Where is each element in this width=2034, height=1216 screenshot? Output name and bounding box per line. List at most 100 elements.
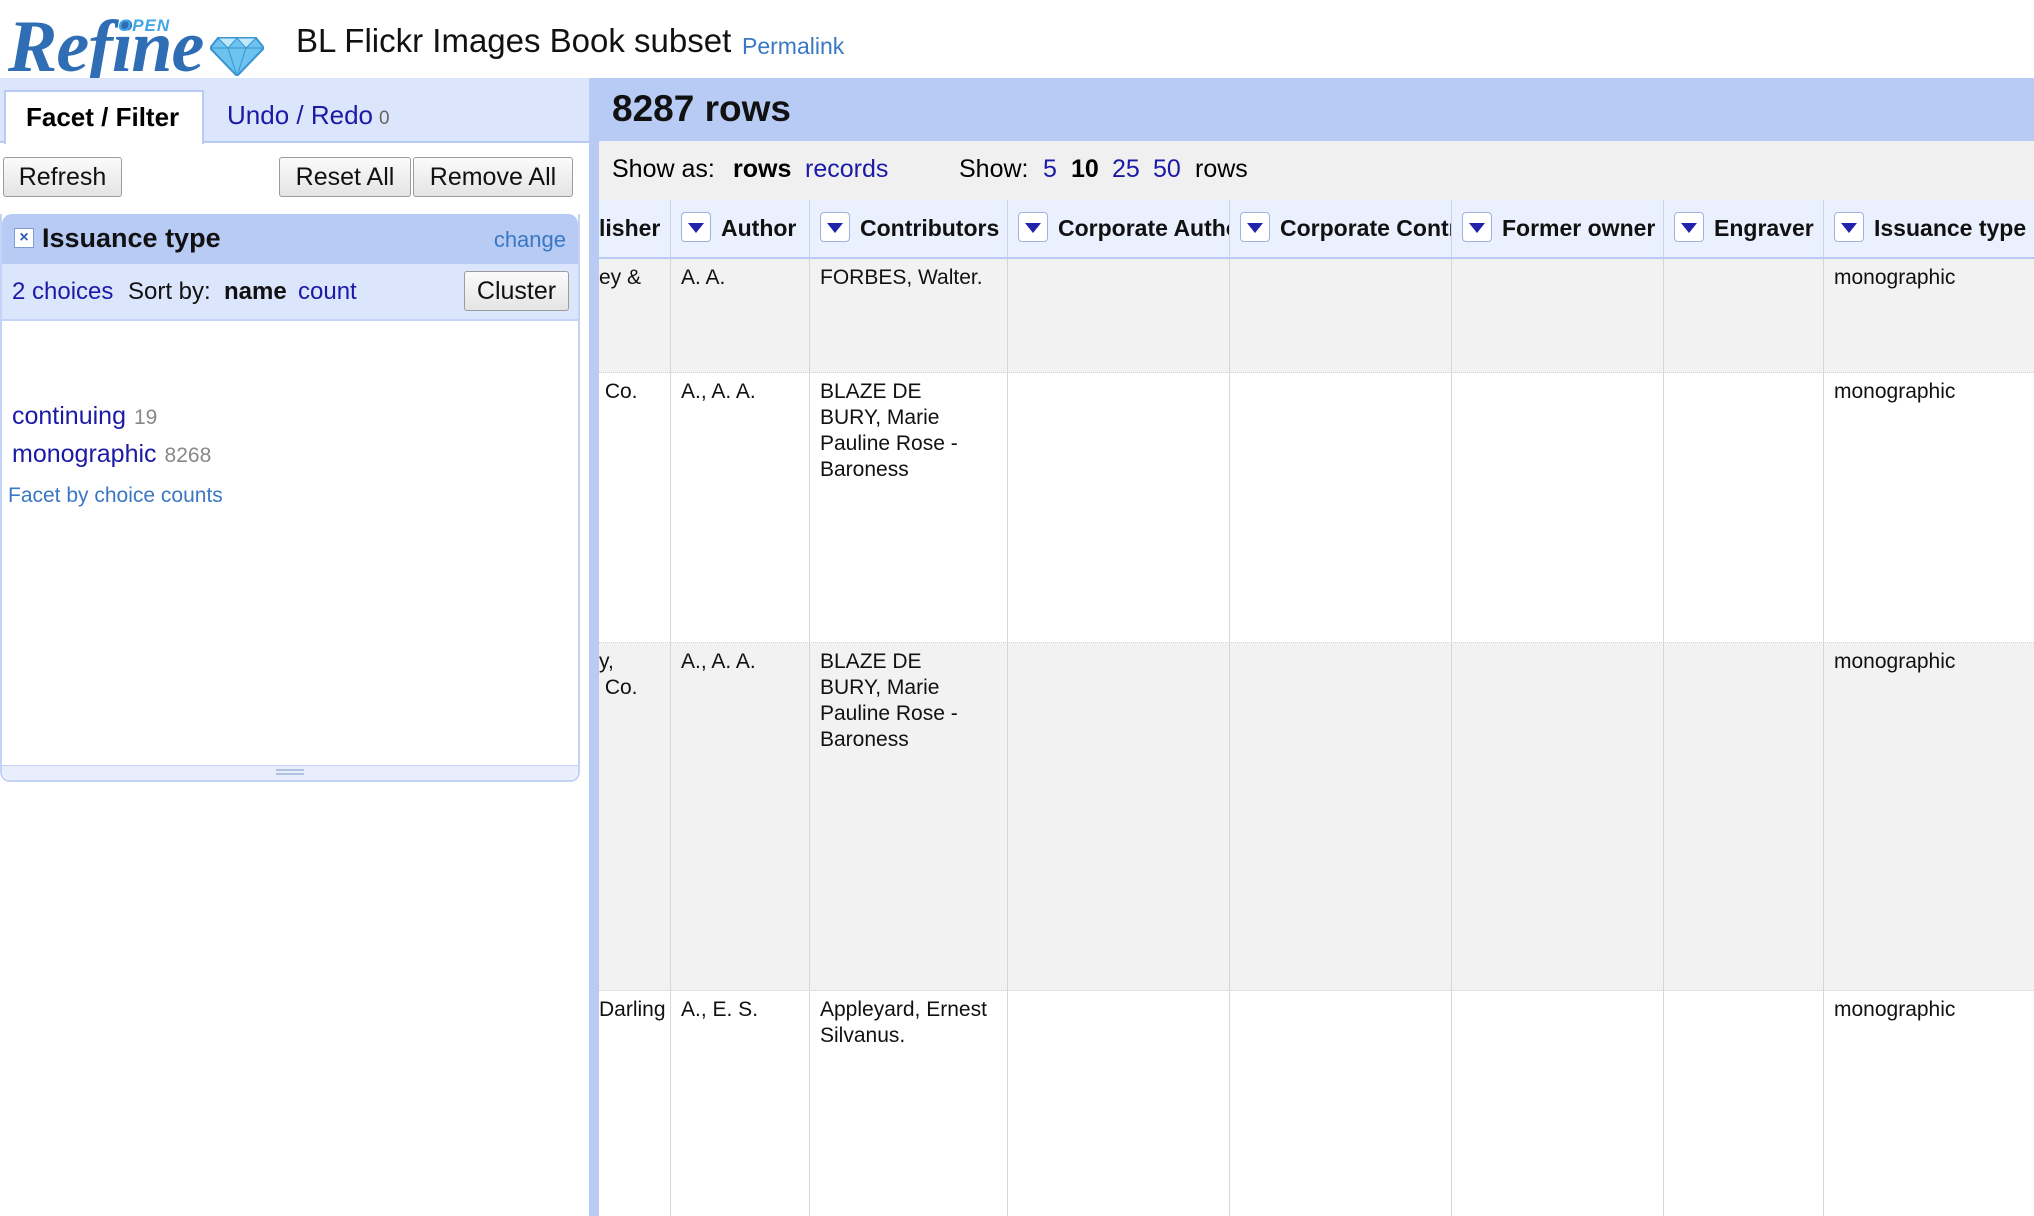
facet-choice-name[interactable]: monographic: [12, 440, 157, 468]
cell-issuance-type[interactable]: monographic: [1824, 643, 2034, 990]
show-as-records-link[interactable]: records: [805, 155, 888, 184]
column-menu-dropdown-icon[interactable]: [1834, 212, 1864, 242]
cell-author[interactable]: A., A. A.: [671, 643, 810, 990]
facet-change-link[interactable]: change: [494, 227, 566, 253]
cell-publisher[interactable]: Darling: [599, 991, 671, 1216]
table-row: Co. A., A. A. BLAZE DE BURY, Marie Pauli…: [599, 373, 2034, 643]
facet-issuance-type: × Issuance type change 2 choices Sort by…: [0, 214, 580, 782]
close-icon[interactable]: ×: [14, 228, 34, 248]
table-header: lisher Author Contributors Corporate Aut…: [599, 200, 2034, 259]
column-menu-dropdown-icon[interactable]: [1462, 212, 1492, 242]
column-menu-dropdown-icon[interactable]: [681, 212, 711, 242]
facet-choice-count: 19: [133, 406, 158, 429]
cell-engraver[interactable]: [1664, 259, 1824, 372]
left-panel-tabs: Facet / Filter Undo / Redo 0: [0, 78, 590, 144]
cell-engraver[interactable]: [1664, 643, 1824, 990]
project-title: BL Flickr Images Book subset: [296, 22, 732, 59]
column-menu-dropdown-icon[interactable]: [1018, 212, 1048, 242]
cell-former-owner[interactable]: [1452, 259, 1664, 372]
cell-former-owner[interactable]: [1452, 373, 1664, 642]
column-label: Contributors: [860, 215, 1000, 241]
cell-corporate-author[interactable]: [1008, 259, 1230, 372]
facet-choice-continuing[interactable]: continuing 19: [12, 402, 157, 431]
permalink-link[interactable]: Permalink: [742, 33, 844, 60]
cell-corporate-contributors[interactable]: [1230, 643, 1452, 990]
reset-all-button[interactable]: Reset All: [279, 157, 411, 197]
cell-corporate-author[interactable]: [1008, 373, 1230, 642]
cell-corporate-contributors[interactable]: [1230, 259, 1452, 372]
column-menu-dropdown-icon[interactable]: [1240, 212, 1270, 242]
cell-contributors[interactable]: Appleyard, Ernest Silvanus.: [810, 991, 1008, 1216]
cell-former-owner[interactable]: [1452, 643, 1664, 990]
facet-resize-handle[interactable]: [2, 765, 578, 780]
column-label: Engraver: [1714, 215, 1814, 241]
cell-corporate-author[interactable]: [1008, 643, 1230, 990]
column-menu-dropdown-icon[interactable]: [1674, 212, 1704, 242]
column-header-author[interactable]: Author: [671, 200, 810, 257]
cell-publisher[interactable]: y, Co.: [599, 643, 671, 990]
diamond-icon: [210, 37, 264, 76]
cell-publisher[interactable]: Co.: [599, 373, 671, 642]
facet-choice-monographic[interactable]: monographic 8268: [12, 440, 211, 469]
openrefine-logo[interactable]: Refine OPEN: [8, 6, 270, 84]
facet-by-choice-counts-link[interactable]: Facet by choice counts: [8, 484, 223, 508]
cell-issuance-type[interactable]: monographic: [1824, 991, 2034, 1216]
sort-by-name[interactable]: name: [224, 278, 287, 306]
column-label: Issuance type: [1874, 215, 2027, 241]
cell-author[interactable]: A., E. S.: [671, 991, 810, 1216]
tab-undo-redo-label: Undo / Redo: [227, 100, 373, 130]
remove-all-button[interactable]: Remove All: [413, 157, 573, 197]
cell-corporate-author[interactable]: [1008, 991, 1230, 1216]
column-header-corporate-contributors[interactable]: Corporate Contr: [1230, 200, 1452, 257]
facet-title: Issuance type: [42, 223, 221, 253]
column-label: Former owner: [1502, 215, 1656, 241]
cell-engraver[interactable]: [1664, 991, 1824, 1216]
facet-choice-name[interactable]: continuing: [12, 402, 126, 430]
cell-corporate-contributors[interactable]: [1230, 373, 1452, 642]
logo-wordmark: Refine: [8, 6, 204, 88]
cell-contributors[interactable]: BLAZE DE BURY, Marie Pauline Rose - Baro…: [810, 643, 1008, 990]
row-count: 8287 rows: [612, 88, 791, 129]
column-header-former-owner[interactable]: Former owner: [1452, 200, 1664, 257]
cell-issuance-type[interactable]: monographic: [1824, 373, 2034, 642]
logo-badge: OPEN: [118, 16, 171, 35]
table-row: Darling A., E. S. Appleyard, Ernest Silv…: [599, 991, 2034, 1216]
cell-publisher[interactable]: ey &: [599, 259, 671, 372]
cluster-button[interactable]: Cluster: [464, 271, 569, 311]
cell-issuance-type[interactable]: monographic: [1824, 259, 2034, 372]
page-size-25[interactable]: 25: [1112, 155, 1140, 184]
rows-suffix: rows: [1195, 155, 1248, 183]
data-table: lisher Author Contributors Corporate Aut…: [599, 200, 2034, 1216]
cell-author[interactable]: A., A. A.: [671, 373, 810, 642]
tab-facet-filter[interactable]: Facet / Filter: [4, 90, 204, 144]
page-size-5[interactable]: 5: [1043, 155, 1057, 184]
tab-undo-redo[interactable]: Undo / Redo 0: [207, 90, 410, 142]
page-size-10[interactable]: 10: [1071, 155, 1099, 184]
left-panel: Facet / Filter Undo / Redo 0 Refresh Rese…: [0, 78, 590, 1216]
column-header-publisher[interactable]: lisher: [599, 200, 671, 257]
summary-bar: 8287 rows: [599, 78, 2034, 141]
show-as-rows[interactable]: rows: [733, 155, 791, 184]
column-header-corporate-author[interactable]: Corporate Autho: [1008, 200, 1230, 257]
cell-contributors[interactable]: FORBES, Walter.: [810, 259, 1008, 372]
facet-controls: 2 choices Sort by: name count Cluster: [2, 264, 578, 321]
facet-title-bar: × Issuance type change: [2, 214, 578, 264]
choices-summary-link[interactable]: 2 choices: [12, 278, 113, 306]
refresh-button[interactable]: Refresh: [3, 157, 122, 197]
column-header-contributors[interactable]: Contributors: [810, 200, 1008, 257]
panel-divider[interactable]: [589, 78, 599, 1216]
page-size-50[interactable]: 50: [1153, 155, 1181, 184]
cell-author[interactable]: A. A.: [671, 259, 810, 372]
column-menu-dropdown-icon[interactable]: [820, 212, 850, 242]
facet-choice-count: 8268: [164, 444, 212, 467]
sort-by-count-link[interactable]: count: [298, 278, 357, 306]
table-row: y, Co. A., A. A. BLAZE DE BURY, Marie Pa…: [599, 643, 2034, 991]
cell-engraver[interactable]: [1664, 373, 1824, 642]
column-header-engraver[interactable]: Engraver: [1664, 200, 1824, 257]
column-header-issuance-type[interactable]: Issuance type: [1824, 200, 2034, 257]
cell-former-owner[interactable]: [1452, 991, 1664, 1216]
cell-corporate-contributors[interactable]: [1230, 991, 1452, 1216]
cell-contributors[interactable]: BLAZE DE BURY, Marie Pauline Rose - Baro…: [810, 373, 1008, 642]
column-label: Corporate Contr: [1280, 215, 1452, 241]
table-row: ey & A. A. FORBES, Walter. monographic: [599, 259, 2034, 373]
